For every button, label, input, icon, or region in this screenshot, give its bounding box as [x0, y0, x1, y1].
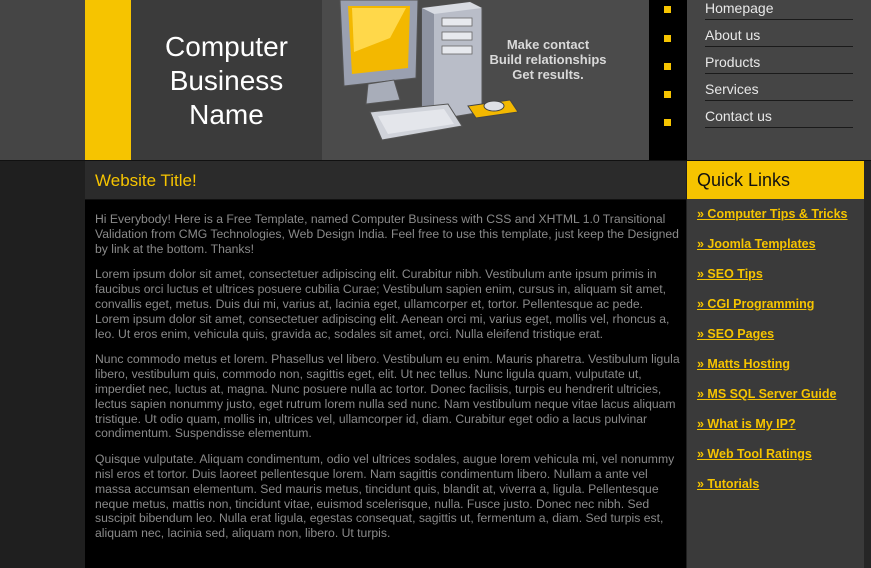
nav-menu: [687, 0, 871, 160]
nav-item-contact-us[interactable]: Contact us: [705, 108, 853, 128]
quick-link-ms-sql-guide[interactable]: » MS SQL Server Guide: [697, 387, 836, 401]
quick-link-seo-pages[interactable]: » SEO Pages: [697, 327, 774, 341]
logo-line-2: Business: [169, 65, 284, 96]
quick-link-tutorials[interactable]: » Tutorials: [697, 477, 759, 491]
nav-item-about-us[interactable]: About us: [705, 27, 853, 47]
quick-link-matts-hosting[interactable]: » Matts Hosting: [697, 357, 790, 371]
quick-link-joomla-templates[interactable]: » Joomla Templates: [697, 237, 816, 251]
company-logo-text[interactable]: Computer Business Name: [131, 30, 322, 132]
quick-link-cgi-programming[interactable]: » CGI Programming: [697, 297, 814, 311]
square-bullet-icon: [664, 6, 671, 13]
nav-bullet-column: [649, 0, 687, 160]
nav-item-homepage[interactable]: Homepage: [705, 0, 853, 20]
body-paragraph: Lorem ipsum dolor sit amet, consectetuer…: [95, 267, 670, 341]
logo-line-3: Name: [189, 99, 264, 130]
body-paragraph: Quisque vulputate. Aliquam condimentum, …: [95, 452, 675, 541]
tagline-line-1: Make contact: [506, 37, 590, 52]
quick-link-seo-tips[interactable]: » SEO Tips: [697, 267, 763, 281]
tagline-line-3: Get results.: [512, 67, 584, 82]
nav-item-products[interactable]: Products: [705, 54, 853, 74]
sidebar-edge: [864, 161, 871, 568]
main-content: Hi Everybody! Here is a Free Template, n…: [85, 200, 686, 568]
header-tagline: Make contact Build relationships Get res…: [478, 37, 618, 82]
nav-item-services[interactable]: Services: [705, 81, 853, 101]
intro-paragraph: Hi Everybody! Here is a Free Template, n…: [95, 212, 679, 256]
header-accent-strip: [85, 0, 131, 160]
square-bullet-icon: [664, 119, 671, 126]
square-bullet-icon: [664, 91, 671, 98]
body-paragraph: Nunc commodo metus et lorem. Phasellus v…: [95, 352, 680, 441]
tagline-line-2: Build relationships: [489, 52, 607, 67]
quick-link-computer-tips[interactable]: » Computer Tips & Tricks: [697, 207, 848, 221]
logo-line-1: Computer: [165, 31, 288, 62]
square-bullet-icon: [664, 35, 671, 42]
page-title: Website Title!: [95, 171, 197, 190]
square-bullet-icon: [664, 63, 671, 70]
quick-link-what-is-my-ip[interactable]: » What is My IP?: [697, 417, 796, 431]
quick-link-web-tool-ratings[interactable]: » Web Tool Ratings: [697, 447, 812, 461]
quick-links-title: Quick Links: [697, 170, 791, 190]
